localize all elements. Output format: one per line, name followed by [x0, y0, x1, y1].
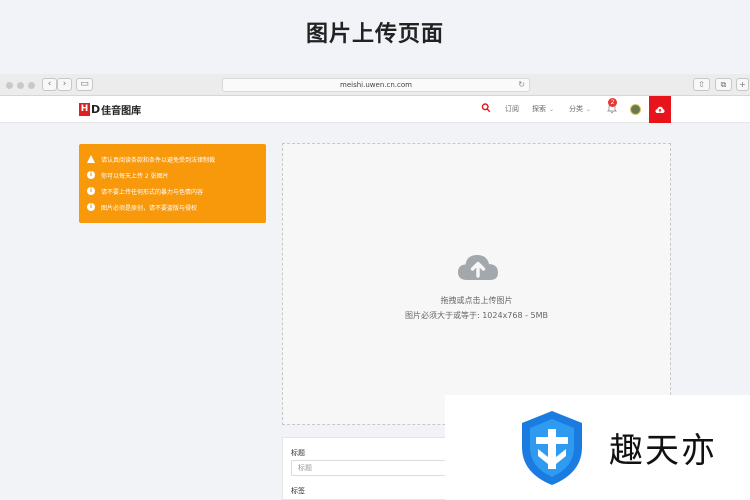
close-window-dot[interactable]: [6, 82, 13, 89]
cloud-upload-icon: [458, 255, 498, 280]
dropzone-prompt: 拖拽或点击上传图片: [440, 296, 513, 305]
nav-explore-label: 探索: [532, 105, 546, 113]
forward-icon[interactable]: ›: [57, 78, 72, 91]
warning-icon: [87, 155, 95, 163]
nav-category[interactable]: 分类 ⌄: [569, 104, 591, 114]
notice-item: i 图片必须是原创，请不要盗版与侵权: [87, 199, 258, 215]
logo-letter: D: [91, 103, 101, 116]
new-tab-icon[interactable]: +: [736, 78, 749, 91]
notice-item: i 你可以每天上传 2 张图片: [87, 167, 258, 183]
notice-item: 请认真阅读条款和条件以避免受到法律制裁: [87, 151, 258, 167]
page-banner: 图片上传页面: [0, 0, 750, 72]
chevron-down-icon: ⌄: [586, 106, 592, 113]
notice-item: i 请不要上传任何形式的暴力与色情内容: [87, 183, 258, 199]
nav-explore[interactable]: 探索 ⌄: [532, 104, 554, 114]
image-dropzone[interactable]: 拖拽或点击上传图片 图片必须大于或等于: 1024x768 - 5MB: [282, 143, 671, 425]
reload-icon[interactable]: ↻: [518, 79, 525, 91]
chevron-down-icon: ⌄: [549, 106, 555, 113]
browser-toolbar: ‹ › ▭ meishi.uwen.cn.com ↻ ⇧ ⧉ +: [0, 74, 750, 96]
shield-logo-icon: [522, 410, 582, 485]
avatar[interactable]: [630, 104, 641, 115]
zoom-window-dot[interactable]: [28, 82, 35, 89]
upload-notice: 请认真阅读条款和条件以避免受到法律制裁 i 你可以每天上传 2 张图片 i 请不…: [79, 144, 266, 223]
logo-mark: H: [79, 103, 90, 116]
url-text: meishi.uwen.cn.com: [340, 81, 412, 89]
logo-name: 佳音图库: [101, 106, 142, 117]
notice-text: 你可以每天上传 2 张图片: [101, 172, 169, 180]
back-icon[interactable]: ‹: [42, 78, 57, 91]
minimize-window-dot[interactable]: [17, 82, 24, 89]
search-icon[interactable]: [481, 102, 491, 114]
info-icon: i: [87, 171, 95, 179]
notice-text: 请不要上传任何形式的暴力与色情内容: [101, 188, 204, 196]
tabs-icon[interactable]: ⧉: [715, 78, 732, 91]
notification-badge: 2: [608, 98, 617, 107]
share-icon[interactable]: ⇧: [693, 78, 710, 91]
watermark-text: 趣天亦: [609, 431, 717, 471]
notice-text: 图片必须是原创，请不要盗版与侵权: [101, 204, 198, 212]
title-label: 标题: [291, 449, 305, 457]
dropzone-requirements: 图片必须大于或等于: 1024x768 - 5MB: [404, 311, 549, 320]
sidebar-toggle-icon[interactable]: ▭: [76, 78, 93, 91]
info-icon: i: [87, 187, 95, 195]
address-bar[interactable]: meishi.uwen.cn.com ↻: [222, 78, 530, 92]
notice-text: 请认真阅读条款和条件以避免受到法律制裁: [101, 156, 216, 164]
cloud-upload-icon: [655, 106, 665, 113]
banner-title: 图片上传页面: [305, 22, 444, 47]
watermark: 趣天亦: [445, 395, 750, 500]
nav-category-label: 分类: [569, 105, 583, 113]
site-logo[interactable]: H D 佳音图库: [79, 101, 141, 118]
upload-button[interactable]: [649, 96, 671, 123]
tags-label: 标签: [291, 487, 305, 495]
nav-subscribe[interactable]: 订阅: [505, 104, 519, 114]
info-icon: i: [87, 203, 95, 211]
